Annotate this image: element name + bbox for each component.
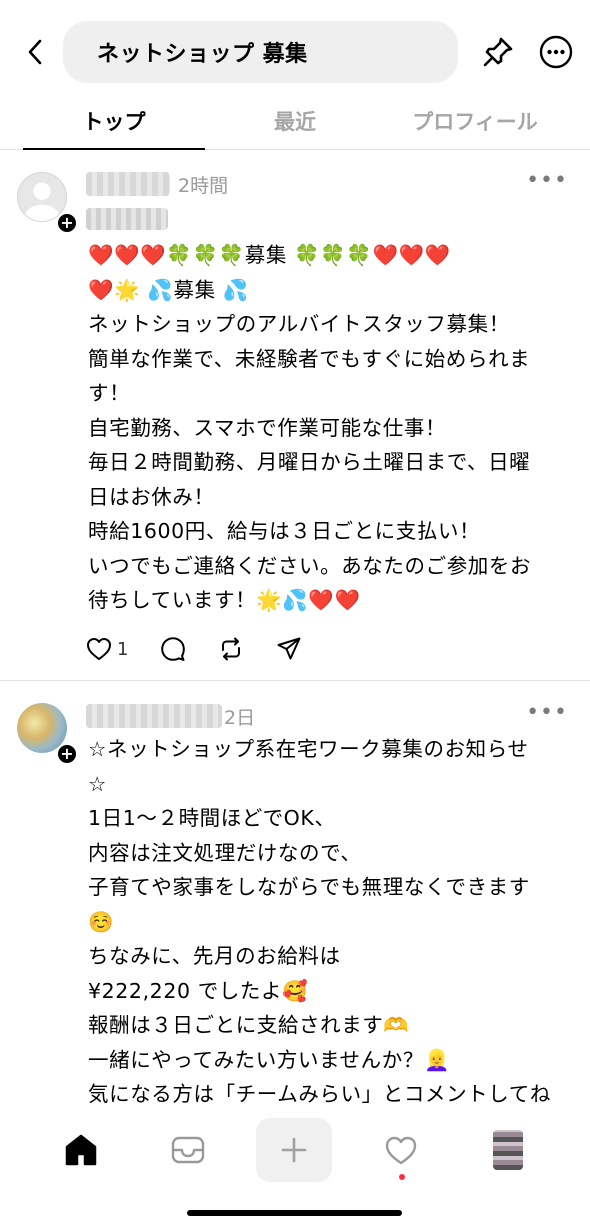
nav-inbox[interactable] — [150, 1118, 226, 1182]
post-2-avatar-wrap[interactable]: + — [17, 703, 78, 765]
post-body: ☆ネットショップ系在宅ワーク募集のお知らせ ☆ 1日1〜２時間ほどでOK、 内容… — [88, 737, 551, 1106]
repost-icon — [222, 637, 241, 661]
post-time: 2時間 — [178, 175, 229, 197]
post-body: ❤️❤️❤️🍀🍀🍀募集 🍀🍀🍀❤️❤️❤️ ❤️🌟 💦募集 💦 ネットショップの… — [88, 243, 532, 612]
profile-avatar[interactable] — [493, 1130, 523, 1170]
plus-icon — [281, 1137, 307, 1163]
more-circle-icon — [539, 35, 573, 69]
tab-top[interactable]: トップ — [23, 92, 205, 149]
back-button[interactable] — [18, 34, 52, 70]
follow-plus-icon[interactable]: + — [56, 743, 78, 765]
nav-activity[interactable] — [363, 1118, 439, 1182]
reply-button[interactable] — [160, 634, 186, 664]
comment-icon — [161, 637, 186, 661]
tab-recent[interactable]: 最近 — [205, 92, 385, 149]
tab-bar: トップ 最近 プロフィール — [0, 92, 590, 150]
pin-icon — [483, 37, 513, 67]
more-options-button[interactable] — [537, 33, 575, 71]
like-count: 1 — [117, 638, 129, 660]
post-menu-icon[interactable]: ••• — [526, 168, 568, 193]
post-1: + 2時間 ••• ❤️❤️❤️🍀🍀🍀募集 🍀🍀🍀❤️❤️❤️ ❤️🌟 💦募集 … — [0, 150, 590, 680]
tag-blurred — [86, 208, 168, 230]
like-button[interactable]: 1 — [86, 634, 128, 664]
follow-plus-icon[interactable]: + — [56, 212, 78, 234]
chevron-left-icon — [28, 39, 42, 65]
nav-profile[interactable] — [470, 1118, 546, 1182]
tab-profile[interactable]: プロフィール — [385, 92, 565, 149]
username-blurred[interactable] — [86, 704, 222, 728]
repost-button[interactable] — [218, 634, 244, 664]
search-input[interactable]: ネットショップ 募集 — [63, 21, 458, 83]
top-bar: ネットショップ 募集 — [0, 0, 590, 100]
inbox-icon — [171, 1136, 205, 1164]
nav-compose[interactable] — [256, 1118, 332, 1182]
post-1-avatar-wrap[interactable]: + — [17, 172, 78, 234]
heart-icon — [385, 1136, 417, 1164]
post-2: + 2日 ••• ☆ネットショップ系在宅ワーク募集のお知らせ ☆ 1日1〜２時間… — [0, 681, 590, 1110]
post-menu-icon[interactable]: ••• — [526, 700, 568, 725]
pin-button[interactable] — [478, 32, 518, 72]
home-indicator — [187, 1210, 402, 1216]
home-icon — [65, 1134, 97, 1166]
heart-icon — [87, 638, 111, 660]
share-button[interactable] — [276, 634, 302, 664]
nav-home[interactable] — [43, 1118, 119, 1182]
search-query-text: ネットショップ 募集 — [97, 42, 308, 67]
send-icon — [277, 637, 301, 660]
post-actions: 1 — [86, 634, 334, 664]
username-blurred[interactable] — [86, 172, 170, 196]
notification-dot — [399, 1174, 405, 1180]
post-time: 2日 — [224, 707, 256, 729]
